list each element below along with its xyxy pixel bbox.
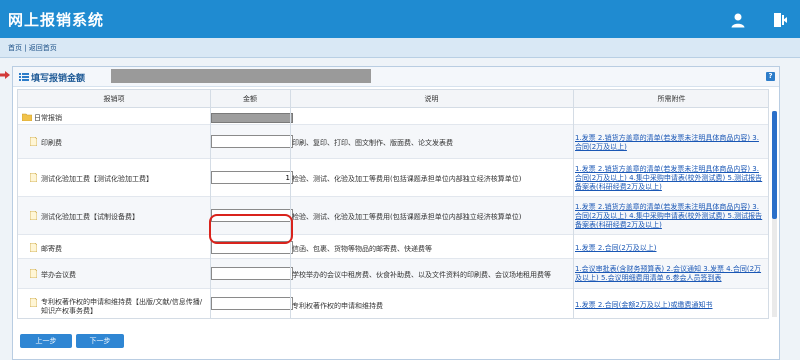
- folder-icon: [22, 113, 32, 121]
- expense-description: 印刷、复印、打印、图文制作、版面费、论文发表费: [292, 139, 453, 147]
- table-row: 日常报销: [18, 108, 768, 125]
- amount-disabled: [211, 113, 293, 123]
- app-title: 网上报销系统: [8, 11, 105, 29]
- panel-header: 填写报销金额 ?: [13, 67, 779, 87]
- table-row: 邮寄费 信函、包裹、货物等物品的邮寄费、快递费等 1.发票 2.合同(2万及以上…: [18, 235, 768, 259]
- column-header-item: 报销项: [103, 95, 125, 103]
- table-row: 专利权著作权的申请和维持费【出版/文献/信息传播/知识产权事务费】 专利权著作权…: [18, 289, 768, 318]
- scrollbar-thumb[interactable]: [772, 111, 777, 219]
- document-icon: [30, 173, 37, 182]
- attachment-link[interactable]: 1.发票 2.销货方盖章的清单(若发票未注明具体商品内容) 3.合同(2万及以上…: [575, 203, 765, 230]
- current-step-arrow-icon: [0, 71, 10, 79]
- document-icon: [30, 243, 37, 252]
- expense-category-name: 日常报销: [34, 114, 62, 122]
- expense-description: 检验、测试、化验及加工等费用(包括课题承担单位内部独立经济核算单位): [292, 213, 522, 221]
- document-icon: [30, 269, 37, 278]
- column-header-amount: 金额: [243, 95, 257, 103]
- attachment-link[interactable]: 1.发票 2.合同(金额2万及以上)或缴费通知书: [575, 301, 765, 310]
- user-icon[interactable]: [730, 12, 746, 28]
- expense-description: 专利权著作权的申请和维持费: [292, 302, 383, 310]
- panel-title: 填写报销金额: [31, 74, 86, 84]
- column-header-description: 说明: [424, 95, 439, 103]
- expense-item-name: 印刷费: [41, 139, 62, 147]
- amount-input[interactable]: [211, 297, 293, 310]
- breadcrumb[interactable]: 首页 | 返回首页: [8, 43, 57, 53]
- table-row: 印刷费 印刷、复印、打印、图文制作、版面费、论文发表费 1.发票 2.销货方盖章…: [18, 125, 768, 159]
- table-header: 报销项 金额 说明 所需附件: [18, 90, 768, 108]
- column-header-attachments: 所需附件: [657, 95, 686, 103]
- attachment-link[interactable]: 1.会议审批表(含财务预算表) 2.会议通知 3.发票 4.合同(2万及以上) …: [575, 265, 765, 283]
- document-icon: [30, 211, 37, 220]
- top-bar: 网上报销系统: [0, 0, 800, 38]
- amount-input[interactable]: [211, 267, 293, 280]
- expense-description: 信函、包裹、货物等物品的邮寄费、快递费等: [292, 245, 432, 253]
- help-icon[interactable]: ?: [766, 72, 775, 81]
- redacted-area: [111, 69, 371, 83]
- vertical-scrollbar[interactable]: [772, 111, 777, 317]
- annotation-highlight-circle: [209, 214, 293, 244]
- expense-item-name: 测试化验加工费【试制设备费】: [41, 213, 139, 221]
- expense-item-name: 举办会议费: [41, 271, 76, 279]
- amount-input[interactable]: [211, 171, 293, 184]
- expense-item-name: 专利权著作权的申请和维持费【出版/文献/信息传播/知识产权事务费】: [41, 298, 203, 315]
- column-divider: [573, 90, 574, 318]
- previous-step-button[interactable]: 上一步: [20, 334, 72, 348]
- table-row: 测试化验加工费【试制设备费】 检验、测试、化验及加工等费用(包括课题承担单位内部…: [18, 197, 768, 235]
- table-row: 测试化验加工费【测试化验加工费】 检验、测试、化验及加工等费用(包括课题承担单位…: [18, 159, 768, 197]
- table-row: 举办会议费 学校举办的会议中租房费、伙食补助费、以及文件资料的印刷费、会议场地租…: [18, 259, 768, 289]
- expense-table: 报销项 金额 说明 所需附件 日常报销 印刷费 印刷、复印、打印、图文制作、版面…: [17, 89, 769, 319]
- column-divider: [290, 90, 291, 318]
- next-step-button[interactable]: 下一步: [76, 334, 124, 348]
- expense-item-name: 邮寄费: [41, 245, 62, 253]
- nav-bar: 首页 | 返回首页: [0, 38, 800, 58]
- document-icon: [30, 137, 37, 146]
- expense-description: 学校举办的会议中租房费、伙食补助费、以及文件资料的印刷费、会议场地租用费等: [292, 271, 551, 279]
- expense-description: 检验、测试、化验及加工等费用(包括课题承担单位内部独立经济核算单位): [292, 175, 522, 183]
- column-divider: [210, 90, 211, 318]
- amount-input[interactable]: [211, 135, 293, 148]
- attachment-link[interactable]: 1.发票 2.销货方盖章的清单(若发票未注明具体商品内容) 3.合同(2万及以上…: [575, 165, 765, 192]
- list-icon: [19, 73, 29, 81]
- expense-item-name: 测试化验加工费【测试化验加工费】: [41, 175, 153, 183]
- attachment-link[interactable]: 1.发票 2.销货方盖章的清单(若发票未注明具体商品内容) 3.合同(2万及以上…: [575, 134, 765, 152]
- attachment-link[interactable]: 1.发票 2.合同(2万及以上): [575, 244, 765, 253]
- document-icon: [30, 298, 37, 307]
- logout-icon[interactable]: [772, 12, 788, 28]
- reimbursement-panel: 填写报销金额 ? 报销项 金额 说明 所需附件 日常报销 印刷费 印刷、复印、打…: [12, 66, 780, 360]
